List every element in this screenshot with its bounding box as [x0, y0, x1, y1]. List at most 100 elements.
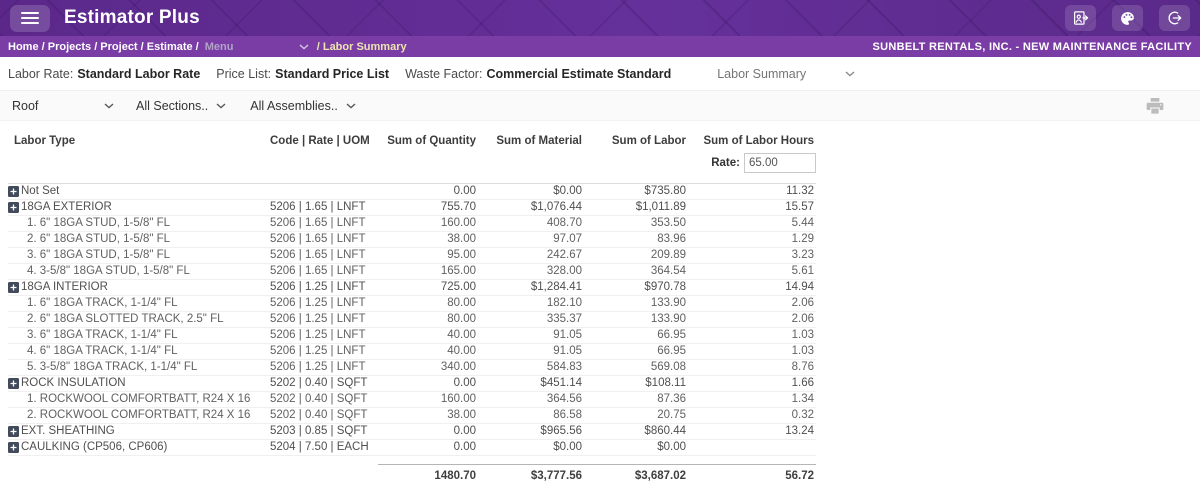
printer-icon [1146, 97, 1164, 114]
material-cell: 584.83 [478, 359, 584, 376]
table-row: 1. ROCKWOOL COMFORTBATT, R24 X 16 5202 |… [8, 391, 816, 408]
rate-input[interactable] [744, 153, 816, 173]
expand-row-icon[interactable] [8, 186, 19, 197]
code-cell: 5206 | 1.65 | LNFT [268, 263, 378, 280]
quantity-cell: 165.00 [378, 263, 478, 280]
app-window: Estimator Plus Home / Projects / Project… [0, 0, 1200, 482]
table-row: 3. 6" 18GA TRACK, 1-1/4" FL 5206 | 1.25 … [8, 327, 816, 344]
table-row: 4. 3-5/8" 18GA STUD, 1-5/8" FL 5206 | 1.… [8, 263, 816, 280]
column-header-labor-type: Labor Type [14, 135, 76, 147]
assemblies-select[interactable]: All Assemblies.. [250, 99, 356, 113]
labor-type-label: EXT. SHEATHING [21, 425, 115, 437]
expand-row-icon[interactable] [8, 202, 19, 213]
logout-icon [1165, 9, 1184, 27]
expand-row-icon[interactable] [8, 426, 19, 437]
theme-button[interactable] [1112, 5, 1143, 31]
hours-cell: 11.32 [688, 183, 816, 200]
totals-row: 1480.70 $3,777.56 $3,687.02 56.72 [8, 464, 816, 482]
labor-rate-field: Labor Rate: Standard Labor Rate [8, 67, 200, 81]
table-row: 3. 6" 18GA STUD, 1-5/8" FL 5206 | 1.65 |… [8, 247, 816, 264]
material-cell: $965.56 [478, 423, 584, 440]
app-title: Estimator Plus [64, 7, 200, 28]
labor-type-cell: EXT. SHEATHING [8, 423, 268, 440]
labor-type-label: 1. 6" 18GA STUD, 1-5/8" FL [27, 217, 171, 229]
code-cell: 5204 | 7.50 | EACH [268, 439, 378, 456]
area-select[interactable]: Roof [12, 99, 114, 113]
labor-type-label: 18GA INTERIOR [21, 281, 108, 293]
code-cell: 5203 | 0.85 | SQFT [268, 423, 378, 440]
labor-type-cell: 2. 6" 18GA STUD, 1-5/8" FL [8, 231, 268, 248]
chevron-down-icon [299, 43, 309, 50]
labor-type-cell: 3. 6" 18GA STUD, 1-5/8" FL [8, 247, 268, 264]
hours-cell [688, 439, 816, 456]
expand-row-icon[interactable] [8, 378, 19, 389]
labor-type-label: 3. 6" 18GA TRACK, 1-1/4" FL [27, 329, 178, 341]
assemblies-select-value: All Assemblies.. [250, 98, 338, 113]
table-body: Not Set 0.00 $0.00 $735.80 11.32 18GA EX… [8, 183, 816, 456]
labor-type-cell: CAULKING (CP506, CP606) [8, 439, 268, 456]
column-header-material: Sum of Material [496, 135, 582, 147]
table-row: 18GA EXTERIOR 5206 | 1.65 | LNFT 755.70 … [8, 199, 816, 216]
labor-type-cell: ROCK INSULATION [8, 375, 268, 392]
hours-cell: 3.23 [688, 247, 816, 264]
code-cell: 5206 | 1.25 | LNFT [268, 295, 378, 312]
quantity-cell: 40.00 [378, 343, 478, 360]
material-cell: 242.67 [478, 247, 584, 264]
labor-cell: 133.90 [584, 295, 688, 312]
labor-cell: 66.95 [584, 343, 688, 360]
price-list-label: Price List: [216, 66, 272, 81]
labor-cell: 87.36 [584, 391, 688, 408]
hours-cell: 5.44 [688, 215, 816, 232]
quantity-cell: 0.00 [378, 439, 478, 456]
material-cell: 86.58 [478, 407, 584, 424]
column-header-labor: Sum of Labor [611, 135, 686, 147]
labor-type-cell: 4. 3-5/8" 18GA STUD, 1-5/8" FL [8, 263, 268, 280]
quantity-cell: 95.00 [378, 247, 478, 264]
quantity-cell: 0.00 [378, 375, 478, 392]
waste-factor-field: Waste Factor: Commercial Estimate Standar… [405, 67, 671, 81]
labor-cell: 364.54 [584, 263, 688, 280]
labor-type-label: 1. ROCKWOOL COMFORTBATT, R24 X 16 [27, 393, 251, 405]
waste-factor-value: Commercial Estimate Standard [486, 66, 672, 81]
code-cell: 5206 | 1.25 | LNFT [268, 343, 378, 360]
breadcrumb-menu-select[interactable]: Menu [205, 41, 309, 53]
top-bar: Estimator Plus [0, 0, 1200, 36]
hamburger-icon [21, 12, 39, 24]
hours-cell: 1.03 [688, 327, 816, 344]
labor-type-label: Not Set [21, 185, 60, 197]
quantity-cell: 160.00 [378, 391, 478, 408]
labor-type-cell: 18GA EXTERIOR [8, 199, 268, 216]
table-row: EXT. SHEATHING 5203 | 0.85 | SQFT 0.00 $… [8, 423, 816, 440]
material-cell: $451.14 [478, 375, 584, 392]
table-row: 1. 6" 18GA TRACK, 1-1/4" FL 5206 | 1.25 … [8, 295, 816, 312]
code-cell: 5206 | 1.65 | LNFT [268, 247, 378, 264]
quantity-cell: 725.00 [378, 279, 478, 296]
totals-labor: $3,687.02 [584, 464, 688, 482]
breadcrumb[interactable]: Home / Projects / Project / Estimate / [8, 41, 199, 53]
palette-icon [1118, 10, 1137, 27]
quantity-cell: 340.00 [378, 359, 478, 376]
menu-button[interactable] [10, 4, 50, 32]
breadcrumb-menu-label: Menu [204, 40, 234, 53]
expand-row-icon[interactable] [8, 442, 19, 453]
quantity-cell: 80.00 [378, 311, 478, 328]
hours-cell: 1.34 [688, 391, 816, 408]
chevron-down-icon [216, 102, 226, 109]
print-button[interactable] [1146, 97, 1164, 114]
table-row: 2. ROCKWOOL COMFORTBATT, R24 X 16 5202 |… [8, 407, 816, 424]
rate-label: Rate: [711, 157, 740, 170]
code-cell: 5206 | 1.25 | LNFT [268, 279, 378, 296]
logout-button[interactable] [1159, 5, 1190, 31]
hours-cell: 14.94 [688, 279, 816, 296]
sections-select[interactable]: All Sections.. [136, 99, 226, 113]
view-select[interactable]: Labor Summary [717, 67, 855, 81]
code-cell: 5206 | 1.25 | LNFT [268, 311, 378, 328]
material-cell: $1,076.44 [478, 199, 584, 216]
info-bar: Labor Rate: Standard Labor Rate Price Lis… [0, 57, 1200, 90]
labor-cell: 353.50 [584, 215, 688, 232]
expand-row-icon[interactable] [8, 282, 19, 293]
labor-type-cell: 2. 6" 18GA SLOTTED TRACK, 2.5" FL [8, 311, 268, 328]
hours-cell: 15.57 [688, 199, 816, 216]
view-select-value: Labor Summary [717, 66, 807, 81]
exit-user-button[interactable] [1065, 5, 1096, 31]
